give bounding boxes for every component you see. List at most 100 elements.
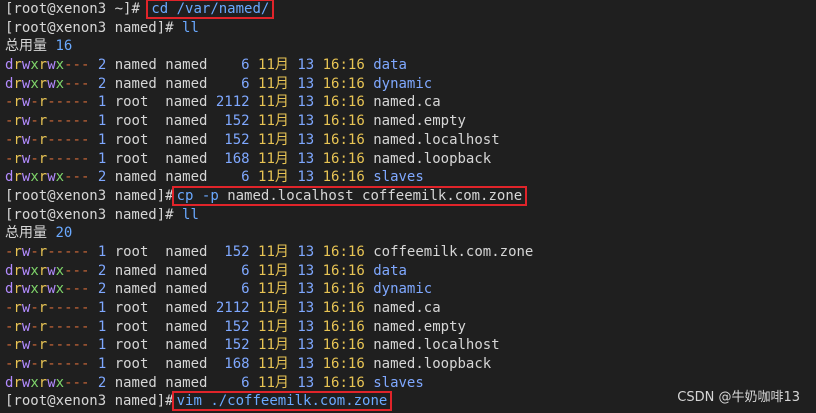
- listing-row: -rw-r----- 1 root named 168 11月 13 16:16…: [5, 150, 816, 169]
- permissions: -rw-r-----: [5, 318, 90, 335]
- day: 13: [297, 75, 315, 92]
- listing-row: -rw-r----- 1 root named 168 11月 13 16:16…: [5, 355, 816, 374]
- permissions: drwxrwx---: [5, 281, 90, 298]
- owner: named: [114, 57, 157, 74]
- group: named: [165, 374, 208, 391]
- group: named: [165, 150, 208, 167]
- permissions: -rw-r-----: [5, 131, 90, 148]
- group: named: [165, 300, 208, 316]
- link-count: 1: [97, 113, 107, 130]
- group: named: [165, 57, 208, 74]
- group: named: [165, 113, 208, 130]
- month: 11月: [258, 374, 289, 391]
- owner: root: [114, 131, 157, 148]
- time: 16:16: [322, 318, 365, 335]
- group: named: [165, 281, 208, 298]
- day: 13: [297, 113, 315, 130]
- command-line-ll-2: [root@xenon3 named]# ll: [5, 206, 199, 223]
- link-count: 2: [97, 281, 107, 298]
- total-line-2: 总用量 20: [5, 224, 816, 243]
- command-line-ll-1: [root@xenon3 named]# ll: [5, 19, 199, 36]
- file-name: named.empty: [373, 318, 466, 335]
- group: named: [165, 262, 208, 279]
- time: 16:16: [322, 94, 365, 111]
- permissions: -rw-r-----: [5, 150, 90, 167]
- file-size: 168: [215, 150, 250, 167]
- directory-listing-2: -rw-r----- 1 root named 152 11月 13 16:16…: [5, 243, 816, 393]
- permissions: drwxrwx---: [5, 262, 90, 279]
- command-cp-highlight: cp -p named.localhost coffeemilk.com.zon…: [171, 185, 528, 206]
- time: 16:16: [322, 337, 365, 354]
- listing-row: drwxrwx--- 2 named named 6 11月 13 16:16 …: [5, 168, 816, 187]
- group: named: [165, 243, 208, 260]
- file-size: 152: [215, 337, 250, 354]
- prompt: [root@xenon3 named]: [5, 206, 166, 223]
- file-name: data: [373, 262, 407, 279]
- listing-row: drwxrwx--- 2 named named 6 11月 13 16:16 …: [5, 280, 816, 299]
- month: 11月: [258, 57, 289, 74]
- file-name: named.ca: [373, 300, 441, 316]
- listing-row: -rw-r----- 1 root named 152 11月 13 16:16…: [5, 131, 816, 150]
- link-count: 1: [97, 94, 107, 111]
- command-vim-highlight: vim ./coffeemilk.com.zone: [171, 391, 393, 412]
- owner: named: [114, 262, 157, 279]
- link-count: 2: [97, 262, 107, 279]
- permissions: drwxrwx---: [5, 169, 90, 186]
- owner: named: [114, 75, 157, 92]
- month: 11月: [258, 281, 289, 298]
- command-vim: vim: [176, 393, 202, 410]
- day: 13: [297, 169, 315, 186]
- link-count: 1: [97, 131, 107, 148]
- day: 13: [297, 131, 315, 148]
- group: named: [165, 356, 208, 373]
- total-value: 16: [55, 38, 73, 55]
- month: 11月: [258, 318, 289, 335]
- group: named: [165, 169, 208, 186]
- file-name: named.ca: [373, 94, 441, 111]
- time: 16:16: [322, 57, 365, 74]
- month: 11月: [258, 94, 289, 111]
- prompt: [root@xenon3 named]: [5, 393, 166, 410]
- owner: root: [114, 318, 157, 335]
- total-line-1: 总用量 16: [5, 37, 816, 56]
- prompt: [root@xenon3 named]: [5, 19, 166, 36]
- listing-row: -rw-r----- 1 root named 2112 11月 13 16:1…: [5, 93, 816, 112]
- link-count: 1: [97, 337, 107, 354]
- month: 11月: [258, 131, 289, 148]
- command-cp-flag: -p: [201, 187, 219, 204]
- permissions: -rw-r-----: [5, 243, 90, 260]
- file-size: 152: [215, 243, 250, 260]
- group: named: [165, 131, 208, 148]
- permissions: -rw-r-----: [5, 94, 90, 111]
- day: 13: [297, 94, 315, 111]
- day: 13: [297, 243, 315, 260]
- time: 16:16: [322, 243, 365, 260]
- owner: root: [114, 337, 157, 354]
- link-count: 2: [97, 374, 107, 391]
- listing-row: -rw-r----- 1 root named 152 11月 13 16:16…: [5, 112, 816, 131]
- time: 16:16: [322, 150, 365, 167]
- terminal[interactable]: [root@xenon3 ~]# cd /var/named/ [root@xe…: [5, 0, 816, 412]
- permissions: drwxrwx---: [5, 57, 90, 74]
- permissions: -rw-r-----: [5, 356, 90, 373]
- file-name: dynamic: [373, 281, 433, 298]
- file-name: named.empty: [373, 113, 466, 130]
- total-label: 总用量: [5, 38, 47, 55]
- file-name: named.loopback: [373, 150, 492, 167]
- file-size: 6: [215, 281, 250, 298]
- link-count: 1: [97, 356, 107, 373]
- link-count: 1: [97, 243, 107, 260]
- file-size: 6: [215, 169, 250, 186]
- command-line-cd: [root@xenon3 ~]# cd /var/named/: [5, 0, 816, 19]
- file-name: named.localhost: [373, 131, 500, 148]
- file-size: 6: [215, 57, 250, 74]
- command-ll: ll: [182, 206, 199, 223]
- group: named: [165, 318, 208, 335]
- file-size: 152: [215, 113, 250, 130]
- group: named: [165, 94, 208, 111]
- owner: root: [114, 243, 157, 260]
- link-count: 2: [97, 75, 107, 92]
- directory-listing-1: drwxrwx--- 2 named named 6 11月 13 16:16 …: [5, 56, 816, 187]
- time: 16:16: [322, 374, 365, 391]
- command-cd-highlight: cd /var/named/: [146, 0, 275, 19]
